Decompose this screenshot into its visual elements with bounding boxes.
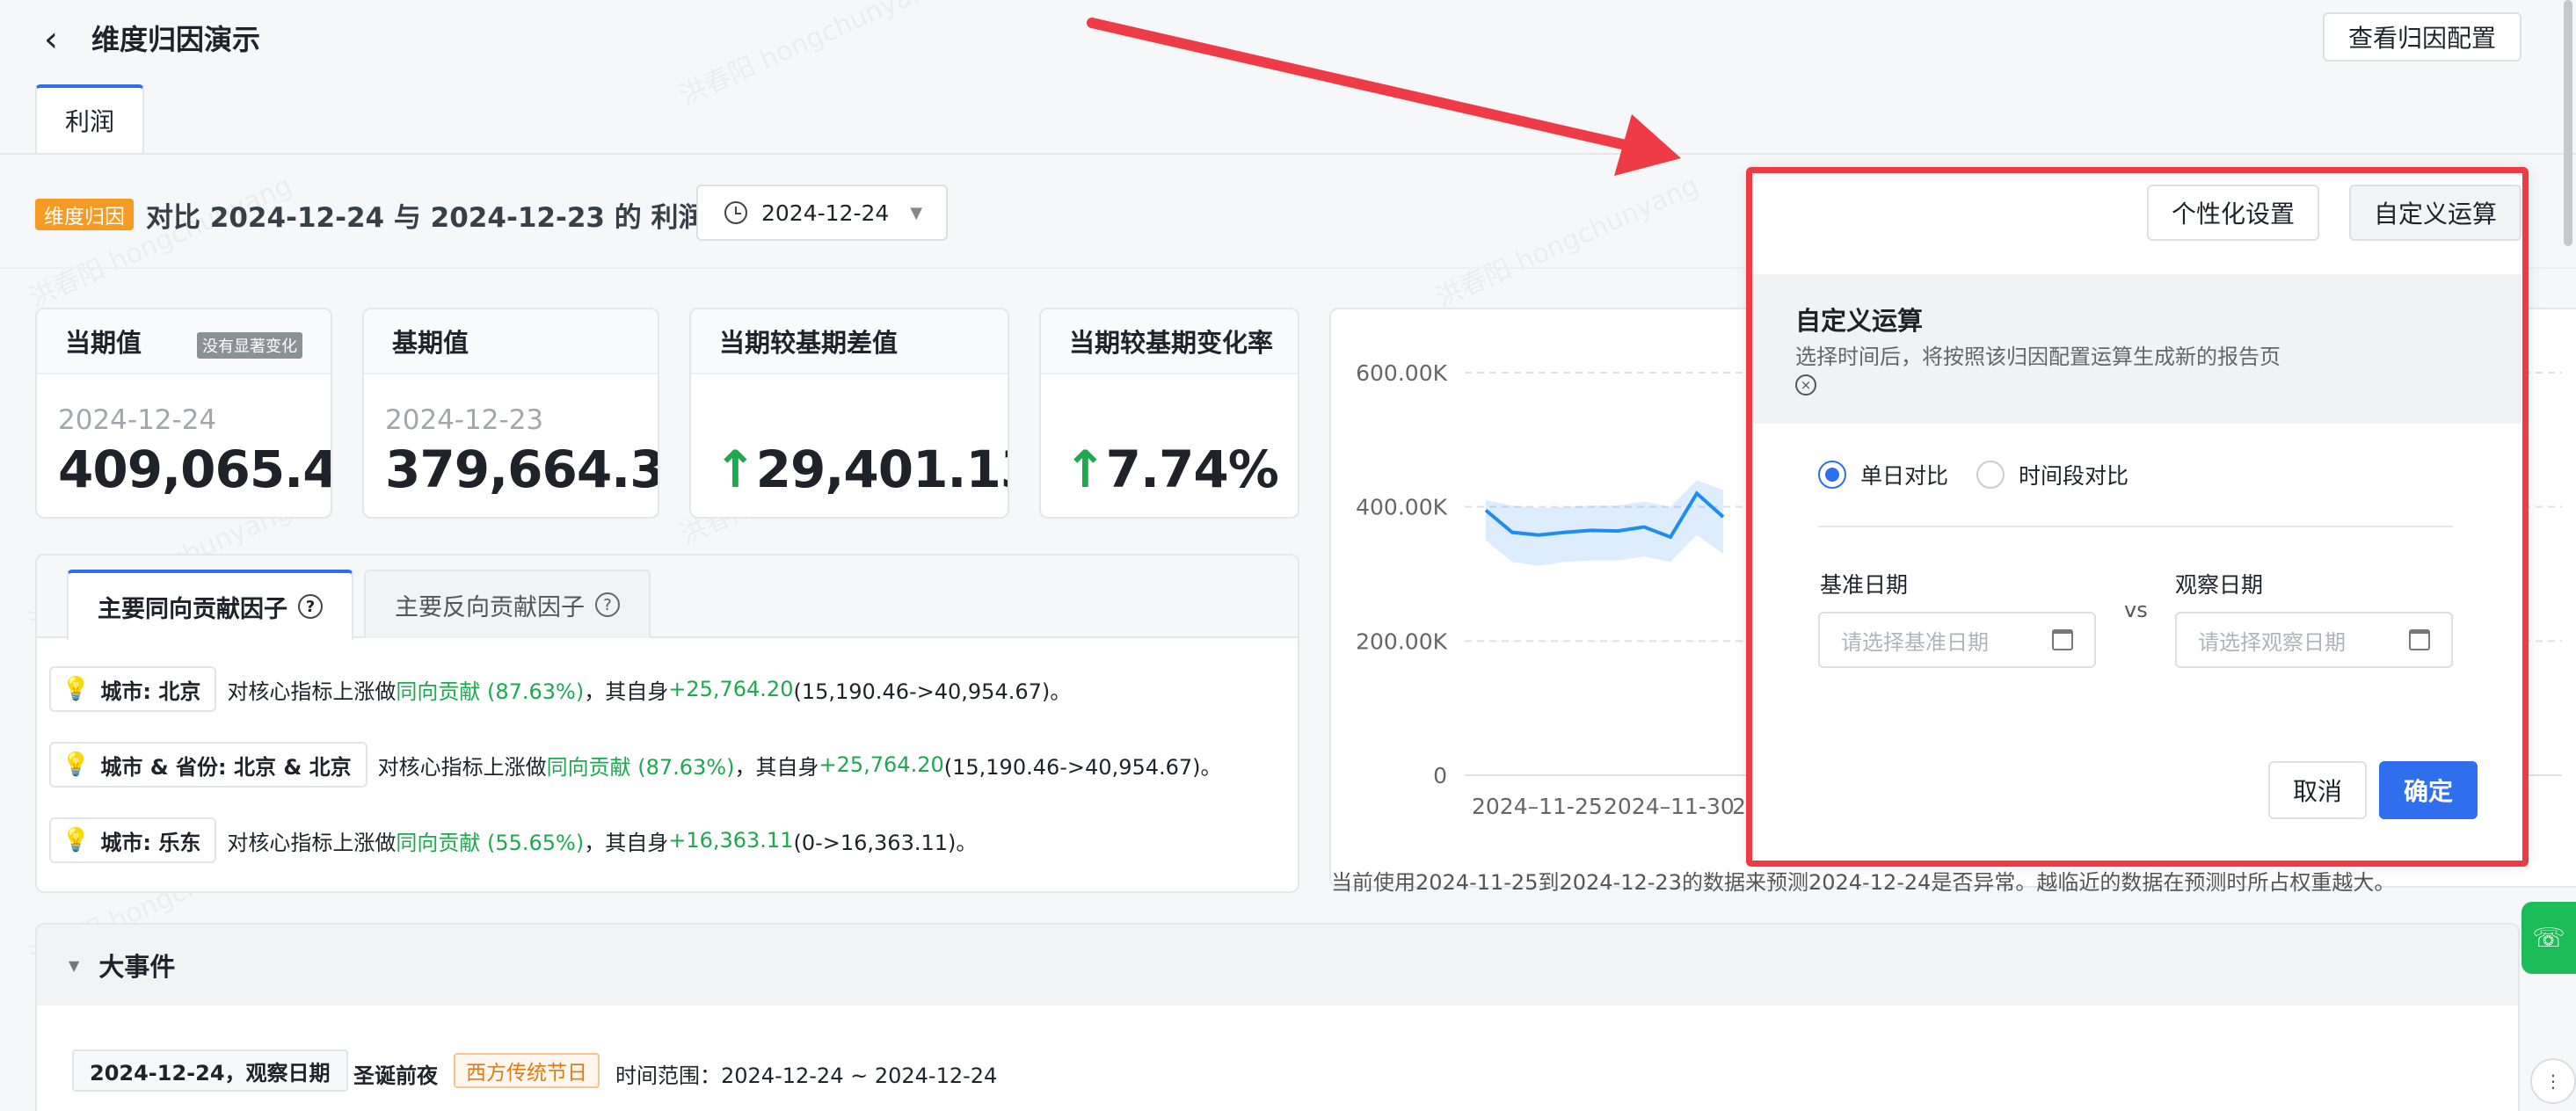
side-toggle-icon[interactable]: ⋮ (2530, 1058, 2576, 1104)
annotation-arrow (1087, 18, 1681, 176)
support-widget-icon[interactable]: ☏ (2521, 902, 2576, 974)
scrollbar-thumb[interactable] (2564, 0, 2572, 246)
